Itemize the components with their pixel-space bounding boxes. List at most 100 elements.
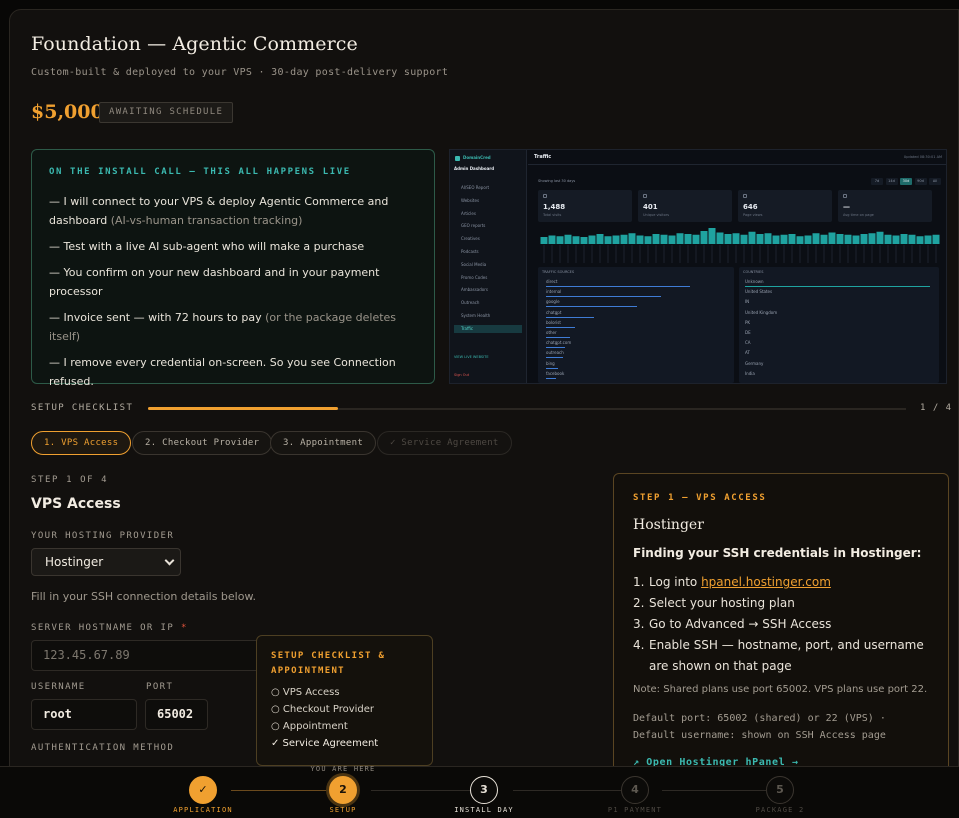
- preview-tick: [599, 245, 601, 263]
- progress-step-application: ✓: [189, 776, 217, 804]
- tab-appointment[interactable]: 3. Appointment: [270, 431, 377, 455]
- preview-tick: [799, 245, 801, 263]
- preview-signout: Sign Out: [454, 373, 470, 377]
- preview-bar: [700, 231, 708, 244]
- preview-tick: [687, 245, 689, 263]
- preview-live-link: VIEW LIVE WEBSITE: [454, 355, 489, 359]
- preview-tick: [679, 245, 681, 263]
- status-badge: AWAITING SCHEDULE: [99, 102, 234, 123]
- preview-tick: [887, 245, 889, 263]
- preview-source-row: chatgpt: [542, 310, 730, 318]
- preview-tick: [727, 245, 729, 263]
- username-input[interactable]: root: [31, 699, 137, 730]
- progress-connector: [513, 790, 621, 791]
- preview-country-row: India: [745, 370, 755, 376]
- preview-main: Traffic Updated 08:30:01 AM Showing last…: [528, 150, 946, 383]
- tab-service-agreement[interactable]: ✓ Service Agreement: [377, 431, 512, 455]
- tab-checkout-provider[interactable]: 2. Checkout Provider: [132, 431, 273, 455]
- port-input[interactable]: 65002: [145, 699, 208, 730]
- preview-tick: [551, 245, 553, 263]
- preview-bar: [780, 234, 788, 244]
- progress-step-setup: 2: [329, 776, 357, 804]
- hpanel-link[interactable]: hpanel.hostinger.com: [701, 575, 831, 589]
- preview-tick: [767, 245, 769, 263]
- guide-step: 4. Enable SSH — hostname, port, and usern…: [633, 638, 924, 673]
- preview-bar: [540, 237, 548, 244]
- preview-tick: [695, 245, 697, 263]
- preview-bar: [548, 235, 556, 244]
- preview-bar: [868, 233, 876, 244]
- preview-bar: [556, 236, 564, 244]
- preview-bar: [828, 232, 836, 244]
- preview-tick: [543, 245, 545, 263]
- preview-bar: [580, 237, 588, 244]
- tooltip-title: SETUP CHECKLIST & APPOINTMENT: [271, 651, 386, 676]
- preview-source-row: bing: [542, 361, 730, 369]
- preview-bar: [572, 236, 580, 244]
- preview-country-row: United States: [745, 289, 773, 295]
- preview-nav-item: Podcasts: [461, 249, 479, 254]
- preview-tick: [863, 245, 865, 263]
- preview-bar: [596, 234, 604, 244]
- guide-heading: STEP 1 — VPS ACCESS: [633, 493, 767, 503]
- preview-range-button: 7d: [871, 178, 883, 185]
- preview-country-row: PK: [745, 319, 751, 325]
- preview-bar: [740, 234, 748, 244]
- preview-tick: [751, 245, 753, 263]
- preview-bar: [724, 234, 732, 244]
- preview-stat-card: 646 Page views: [738, 190, 832, 222]
- chevron-down-icon: [164, 555, 175, 566]
- preview-nav-item: Outreach: [461, 300, 480, 306]
- preview-range-button: All: [929, 178, 941, 185]
- install-call-item: — I remove every credential on-screen. S…: [49, 356, 396, 388]
- preview-bar: [564, 234, 572, 244]
- preview-source-row: google: [542, 299, 730, 308]
- preview-section: Admin Dashboard: [454, 166, 495, 171]
- hosting-provider-label: YOUR HOSTING PROVIDER: [31, 531, 175, 541]
- username-label: USERNAME: [31, 682, 86, 692]
- progress-step-p1-payment: 4: [621, 776, 649, 804]
- preview-bar: [588, 235, 596, 244]
- preview-source-row: other: [542, 330, 730, 338]
- preview-range-button: 14d: [885, 178, 898, 185]
- hostname-input[interactable]: 123.45.67.89: [31, 640, 271, 671]
- hosting-provider-select[interactable]: Hostinger: [31, 548, 181, 576]
- guide-provider-name: Hostinger: [633, 517, 704, 533]
- preview-tick: [911, 245, 913, 263]
- install-call-item: — I will connect to your VPS & deploy Ag…: [49, 195, 389, 227]
- preview-tick: [631, 245, 633, 263]
- install-call-item: — Invoice sent — with 72 hours to pay (o…: [49, 311, 397, 343]
- preview-country-row: Germany: [745, 360, 764, 366]
- preview-bar: [756, 234, 764, 244]
- preview-bar: [908, 234, 916, 244]
- preview-tick: [807, 245, 809, 263]
- preview-country-row: United Kingdom: [745, 309, 778, 315]
- preview-tick: [823, 245, 825, 263]
- preview-bar: [636, 235, 644, 244]
- preview-bar: [844, 234, 852, 244]
- progress-connector: [662, 790, 766, 791]
- preview-countries-panel: COUNTRIES Unknown United States IN United K…: [739, 267, 939, 383]
- preview-bar: [668, 235, 676, 244]
- preview-tick: [663, 245, 665, 263]
- preview-bar: [604, 236, 612, 244]
- preview-tick: [575, 245, 577, 263]
- preview-bar: [820, 234, 828, 244]
- install-call-heading: ON THE INSTALL CALL — THIS ALL HAPPENS L…: [49, 167, 351, 177]
- progress-label-package-2: PACKAGE 2: [755, 806, 805, 814]
- preview-tick: [903, 245, 905, 263]
- preview-bar: [796, 236, 804, 244]
- preview-bar: [692, 234, 700, 244]
- preview-bar: [788, 234, 796, 244]
- preview-tick: [647, 245, 649, 263]
- guide-step: 1. Log into hpanel.hostinger.com: [633, 575, 831, 589]
- preview-page-title: Traffic: [534, 154, 552, 160]
- preview-tick: [775, 245, 777, 263]
- port-label: PORT: [146, 682, 174, 692]
- preview-bar: [628, 233, 636, 244]
- preview-tick: [847, 245, 849, 263]
- preview-source-row: outreach: [542, 350, 730, 359]
- tab-vps-access[interactable]: 1. VPS Access: [31, 431, 132, 455]
- preview-bar: [708, 228, 716, 244]
- preview-bar: [900, 234, 908, 244]
